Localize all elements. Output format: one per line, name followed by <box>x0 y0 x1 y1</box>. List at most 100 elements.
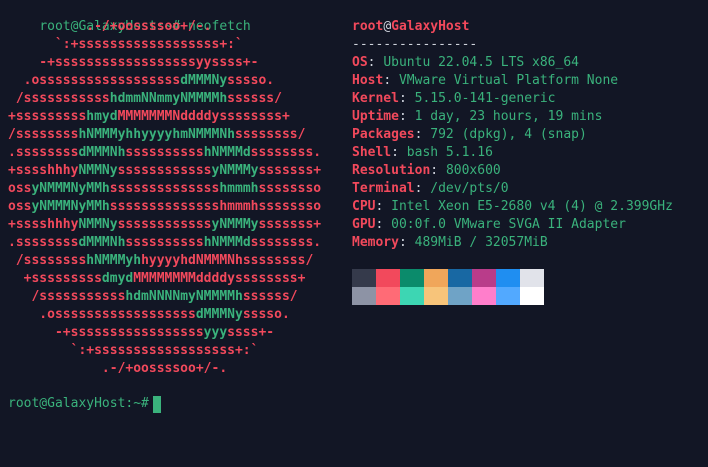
logo-segment: `:+ssssssssssssssssss+:` <box>8 37 329 52</box>
normal-swatch-2 <box>400 269 424 287</box>
logo-segment: hNMMMd <box>203 235 251 250</box>
logo-row: -+ssssssssssssssssssyyssss+- <box>8 54 345 72</box>
info-row-resolution: Resolution: 800x600 <box>352 163 501 178</box>
color-palette <box>352 269 544 305</box>
prompt-user-host: root@GalaxyHost <box>8 396 126 411</box>
info-value: 00:0f.0 VMware SVGA II Adapter <box>391 217 626 232</box>
logo-segment: ssssssssssss <box>117 217 212 232</box>
normal-swatch-7 <box>520 269 544 287</box>
logo-segment: .ossssssssssssssssss <box>8 307 196 322</box>
info-header: root@GalaxyHost <box>352 18 673 36</box>
terminal-window[interactable]: root@GalaxyHost:~# neofetch .-/+oossssoo… <box>0 0 708 467</box>
normal-swatch-3 <box>424 269 448 287</box>
logo-segment: ssssssss/ <box>235 127 337 142</box>
info-row-packages: Packages: 792 (dpkg), 4 (snap) <box>352 127 587 142</box>
info-row-shell: Shell: bash 5.1.16 <box>352 145 493 160</box>
bright-swatch-0 <box>352 287 376 305</box>
normal-swatch-1 <box>376 269 400 287</box>
logo-segment: hNMMMyh <box>86 253 142 268</box>
info-value: 1 day, 23 hours, 19 mins <box>414 109 603 124</box>
logo-segment: hdmmNNmmyNMMMMh <box>109 91 228 106</box>
info-value: Ubuntu 22.04.5 LTS x86_64 <box>383 55 579 70</box>
logo-segment: ssssssssssss <box>117 163 212 178</box>
logo-row: /sssssssshNMMMyhhyyyyhdNMMMNhssssssss/ <box>8 252 345 270</box>
logo-segment: ssssssss+ <box>234 271 329 286</box>
logo-segment: dMMMNh <box>78 235 126 250</box>
logo-segment: dMMMNh <box>78 145 126 160</box>
info-header-host: GalaxyHost <box>391 19 470 34</box>
logo-row: .ssssssssdMMMNhsssssssssshNMMMdssssssss. <box>8 234 345 252</box>
logo-segment: yyy <box>203 325 228 340</box>
logo-segment: dmyd <box>101 271 134 286</box>
logo-segment: MMMMMMMNddddy <box>117 109 220 124</box>
info-row-os: OS: Ubuntu 22.04.5 LTS x86_64 <box>352 55 579 70</box>
logo-segment: hNMMMyhhyyyyhmNMMMNh <box>78 127 235 142</box>
logo-segment: ssssss/ <box>242 289 337 304</box>
info-key: Kernel <box>352 91 399 106</box>
logo-segment: .-/+oossssoo+/-. <box>8 361 329 376</box>
logo-segment: yNMMMy <box>211 217 259 232</box>
info-key: CPU <box>352 199 376 214</box>
logo-segment: oss <box>8 199 32 214</box>
logo-segment: ssssss/ <box>227 91 329 106</box>
logo-row: /ssssssssssshdmNNNNmyNMMMMhssssss/ <box>8 288 345 306</box>
info-key: Memory <box>352 235 399 250</box>
logo-row: .-/+oossssoo+/-. <box>8 18 345 36</box>
info-row-gpu: GPU: 00:0f.0 VMware SVGA II Adapter <box>352 217 626 232</box>
logo-segment: sssso. <box>242 307 337 322</box>
info-row-host: Host: VMware Virtual Platform None <box>352 73 619 88</box>
logo-segment: hyyyyhdNMMMNh <box>141 253 243 268</box>
logo-segment: `:+ssssssssssssssssss+:` <box>8 343 329 358</box>
logo-segment: oss <box>8 181 32 196</box>
logo-segment: yNMMMNyMMh <box>31 181 110 196</box>
logo-row: /ssssssssssshdmmNNmmyNMMMMhssssss/ <box>8 90 345 108</box>
logo-segment: +sssshhhy <box>8 217 79 232</box>
logo-segment: yNMMMy <box>211 163 259 178</box>
info-header-at: @ <box>383 19 392 34</box>
logo-segment: ssssssso <box>258 199 345 214</box>
logo-segment: ssssssss/ <box>242 253 329 268</box>
logo-row: .ossssssssssssssssssdMMMNysssso. <box>8 306 345 324</box>
logo-row: -+sssssssssssssssssyyyssss+- <box>8 324 345 342</box>
logo-row: +ssssssssshmydMMMMMMMNddddyssssssss+ <box>8 108 345 126</box>
info-value: bash 5.1.16 <box>406 145 493 160</box>
info-value: 792 (dpkg), 4 (snap) <box>430 127 587 142</box>
logo-row: .ossssssssssssssssssdMMMNysssso. <box>8 72 345 90</box>
logo-segment: +sssssssss <box>8 271 102 286</box>
info-key: OS <box>352 55 368 70</box>
info-row-memory: Memory: 489MiB / 32057MiB <box>352 235 548 250</box>
logo-segment: ssssssss+ <box>219 109 329 124</box>
palette-normal-row <box>352 269 544 287</box>
info-key: Uptime <box>352 109 399 124</box>
logo-row: +sssshhhyNMMNyssssssssssssyNMMMysssssss+ <box>8 216 345 234</box>
info-value: Intel Xeon E5-2680 v4 (4) @ 2.399GHz <box>391 199 673 214</box>
logo-segment: hmmmh <box>219 181 259 196</box>
logo-segment: /sssssssssss <box>8 91 110 106</box>
text-cursor[interactable] <box>152 395 161 413</box>
info-separator: ---------------- <box>352 37 478 52</box>
logo-segment: ssssssss. <box>250 235 345 250</box>
info-value: /dev/pts/0 <box>430 181 509 196</box>
info-key: Shell <box>352 145 392 160</box>
info-key: Host <box>352 73 384 88</box>
normal-swatch-0 <box>352 269 376 287</box>
logo-segment: NMMNy <box>78 217 118 232</box>
logo-segment: ssss+- <box>227 325 337 340</box>
info-header-user: root <box>352 19 384 34</box>
info-row-terminal: Terminal: /dev/pts/0 <box>352 181 509 196</box>
logo-segment: hdmNNNNmyNMMMMh <box>125 289 243 304</box>
bright-swatch-5 <box>472 287 496 305</box>
bottom-prompt-line[interactable]: root@GalaxyHost:~# <box>8 395 161 413</box>
info-value: 5.15.0-141-generic <box>414 91 556 106</box>
logo-segment: ssssssso <box>258 181 345 196</box>
logo-row: `:+ssssssssssssssssss+:` <box>8 342 345 360</box>
logo-segment: MMMMMMMMddddy <box>133 271 235 286</box>
info-value: VMware Virtual Platform None <box>398 73 619 88</box>
logo-segment: sssso. <box>227 73 329 88</box>
info-key: Terminal <box>352 181 415 196</box>
system-info-panel: root@GalaxyHost ---------------- OS: Ubu… <box>352 18 673 252</box>
logo-segment: .ssssssss <box>8 235 79 250</box>
ubuntu-ascii-logo: .-/+oossssoo+/-. `:+ssssssssssssssssss+:… <box>8 18 345 378</box>
bright-swatch-6 <box>496 287 520 305</box>
normal-swatch-5 <box>472 269 496 287</box>
